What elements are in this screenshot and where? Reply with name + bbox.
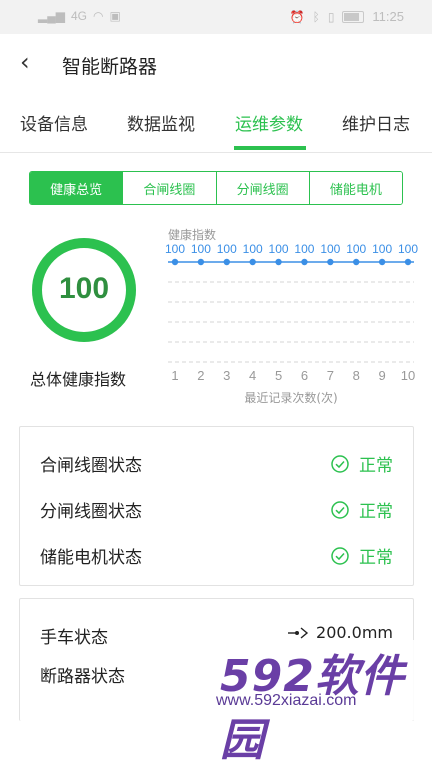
health-label: 总体健康指数 (30, 370, 127, 389)
page-title: 智能断路器 (62, 56, 158, 78)
breaker-status-label: 断路器状态 (40, 667, 125, 687)
tab-maintenance-params[interactable]: 运维参数 (235, 110, 303, 135)
data-label: 100 (398, 242, 418, 256)
segment-health-overview[interactable]: 健康总览 (30, 172, 123, 204)
segment-storage-motor[interactable]: 储能电机 (308, 172, 402, 204)
data-label: 100 (320, 242, 340, 256)
data-point (275, 258, 282, 266)
tab-active-indicator (234, 146, 306, 150)
data-point (404, 258, 412, 266)
data-label: 100 (294, 242, 314, 256)
x-tick-label: 1 (171, 368, 178, 383)
health-line-chart: 健康指数 最近记录次数(次) 100 100 100 100 100 100 100 100 1… (165, 227, 418, 405)
nfc-icon: ▣ (109, 9, 121, 23)
data-point (353, 258, 360, 266)
cart-status-label: 手车状态 (40, 628, 108, 648)
segment-closing-coil[interactable]: 合闸线圈 (122, 172, 216, 204)
x-tick-label: 3 (223, 368, 230, 383)
watermark: 592软件园 www.592xiazai.com (212, 640, 432, 766)
x-tick-label: 4 (249, 368, 256, 383)
opening-coil-status-value: 正常 (359, 502, 393, 522)
connector-icon (288, 626, 309, 639)
data-point (197, 258, 205, 266)
bluetooth-icon: ᛒ (312, 9, 320, 24)
closing-coil-status: 正常 (331, 451, 393, 476)
closing-coil-status-value: 正常 (359, 456, 393, 476)
app-header: ‹ 智能断路器 (0, 34, 432, 94)
storage-motor-status: 正常 (331, 543, 393, 568)
segment-opening-coil[interactable]: 分闸线圈 (215, 172, 309, 204)
data-label: 100 (191, 242, 211, 256)
data-point (301, 258, 308, 266)
x-tick-label: 9 (378, 368, 385, 383)
alarm-icon: ⏰ (289, 9, 305, 24)
segment-control: 健康总览 合闸线圈 分闸线圈 储能电机 (29, 171, 403, 205)
health-value: 100 (58, 272, 110, 305)
data-label: 100 (346, 242, 366, 256)
data-label: 100 (243, 242, 263, 256)
status-bar: ▂▄▆ 4G ◠ ▣ ⏰ ᛒ ▯ 11:25 (0, 0, 432, 34)
data-point (223, 258, 230, 266)
clock: 11:25 (372, 9, 404, 24)
vibrate-icon: ▯ (327, 9, 335, 24)
data-label: 100 (165, 242, 185, 256)
x-tick-label: 8 (353, 368, 360, 383)
component-status-card: 合闸线圈状态 正常 分闸线圈状态 正常 储能电机状态 正常 (19, 426, 414, 586)
x-tick-label: 5 (275, 368, 282, 383)
data-point (249, 258, 256, 266)
status-right: ⏰ ᛒ ▯ 11:25 (290, 9, 404, 24)
check-circle-icon (331, 500, 349, 519)
x-tick-label: 2 (197, 368, 204, 383)
chart-ylabel: 健康指数 (168, 227, 216, 242)
opening-coil-status-label: 分闸线圈状态 (40, 502, 142, 522)
tab-device-info[interactable]: 设备信息 (20, 110, 88, 135)
closing-coil-status-label: 合闸线圈状态 (40, 456, 142, 476)
battery-icon (342, 10, 365, 23)
tab-maintenance-log[interactable]: 维护日志 (342, 110, 410, 135)
check-circle-icon (331, 454, 349, 473)
watermark-url: www.592xiazai.com (216, 692, 357, 709)
wifi-icon: ◠ (92, 9, 104, 23)
x-tick-label: 10 (401, 368, 415, 383)
opening-coil-status: 正常 (331, 497, 393, 522)
x-tick-label: 7 (327, 368, 334, 383)
chart-xlabel: 最近记录次数(次) (244, 390, 337, 405)
check-circle-icon (331, 546, 349, 565)
signal-text: 4G (70, 9, 87, 23)
tab-bar: 设备信息 数据监视 运维参数 维护日志 (0, 94, 432, 153)
chevron-left-icon[interactable]: ‹ (20, 48, 30, 76)
status-left: ▂▄▆ 4G ◠ ▣ (38, 9, 121, 23)
tab-data-monitor[interactable]: 数据监视 (127, 110, 195, 135)
storage-motor-status-value: 正常 (359, 548, 393, 568)
data-label: 100 (269, 242, 289, 256)
x-tick-label: 6 (301, 368, 308, 383)
data-point (378, 258, 386, 266)
signal-icon: ▂▄▆ (38, 9, 65, 23)
data-point (327, 258, 334, 266)
storage-motor-status-label: 储能电机状态 (40, 548, 142, 568)
data-label: 100 (217, 242, 237, 256)
data-point (171, 258, 179, 266)
data-label: 100 (372, 242, 392, 256)
